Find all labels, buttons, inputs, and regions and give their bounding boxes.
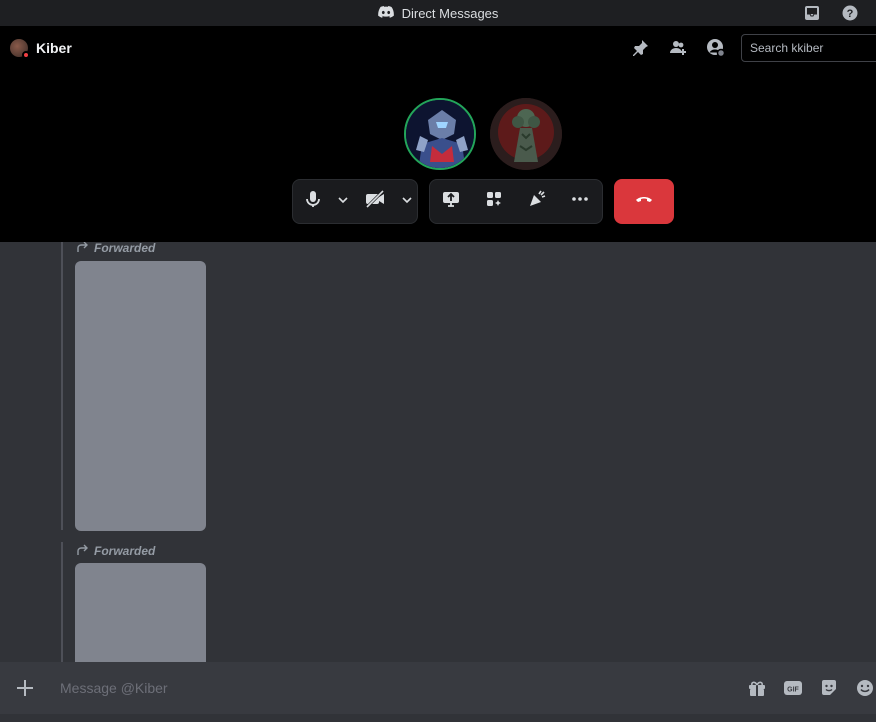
discord-icon [377,5,394,21]
help-icon[interactable]: ? [842,5,858,21]
search-input[interactable]: Search kkiber [741,34,876,62]
title-bar-center: Direct Messages [377,5,499,21]
search-placeholder: Search kkiber [750,41,824,55]
camera-button[interactable] [353,180,397,224]
add-friend-icon[interactable] [668,38,688,58]
channel-name[interactable]: Kiber [36,40,72,56]
gif-icon[interactable]: GIF [782,677,804,699]
thread-line [61,242,63,530]
pin-icon[interactable] [630,38,650,58]
soundboard-icon [527,189,547,214]
video-options-button[interactable] [397,180,417,224]
message-input[interactable] [60,677,660,699]
forwarded-text: Forwarded [94,544,156,558]
status-badge [22,51,30,59]
composer-footer [0,714,876,722]
svg-text:GIF: GIF [787,687,799,694]
chevron-down-icon [337,193,349,211]
armored-hero-icon [406,100,474,168]
camera-off-icon [364,189,386,214]
disconnect-button[interactable] [614,179,674,224]
profile-icon[interactable] [706,38,726,58]
more-button[interactable] [559,180,603,224]
inbox-icon[interactable] [804,5,820,21]
activity-controls [429,179,603,224]
activities-button[interactable] [473,180,516,224]
forwarded-text: Forwarded [94,242,156,255]
forward-arrow-icon [76,242,89,256]
call-area: Kiber Search kkiber [0,26,876,242]
thread-line [61,542,63,662]
title-bar: Direct Messages ? [0,0,876,26]
forwarded-label: Forwarded [76,242,155,256]
screen-share-icon [441,189,461,214]
participant-avatar-other[interactable] [490,98,562,170]
hangup-icon [634,189,654,214]
avatar[interactable] [10,39,30,59]
forwarded-image[interactable] [75,261,206,531]
message-composer: GIF [0,662,876,714]
audio-options-button[interactable] [333,180,353,224]
gift-icon[interactable] [746,677,768,699]
plus-icon[interactable] [14,677,36,699]
window-title: Direct Messages [401,5,499,21]
participant-avatar-self[interactable] [404,98,476,170]
activities-icon [484,189,504,214]
message-list[interactable]: Forwarded Forwarded [0,242,876,662]
svg-text:?: ? [847,8,854,20]
emoji-icon[interactable] [854,677,876,699]
tree-figure-icon [490,98,562,170]
sticker-icon[interactable] [818,677,840,699]
microphone-icon [303,189,323,214]
forwarded-image[interactable] [75,563,206,662]
forwarded-label: Forwarded [76,543,155,559]
screen-share-button[interactable] [430,180,473,224]
chevron-down-icon [401,193,413,211]
mute-button[interactable] [293,180,333,224]
soundboard-button[interactable] [515,180,559,224]
audio-video-controls [292,179,418,224]
forward-arrow-icon [76,543,89,559]
call-header: Kiber Search kkiber [0,26,876,70]
more-icon [570,189,590,214]
